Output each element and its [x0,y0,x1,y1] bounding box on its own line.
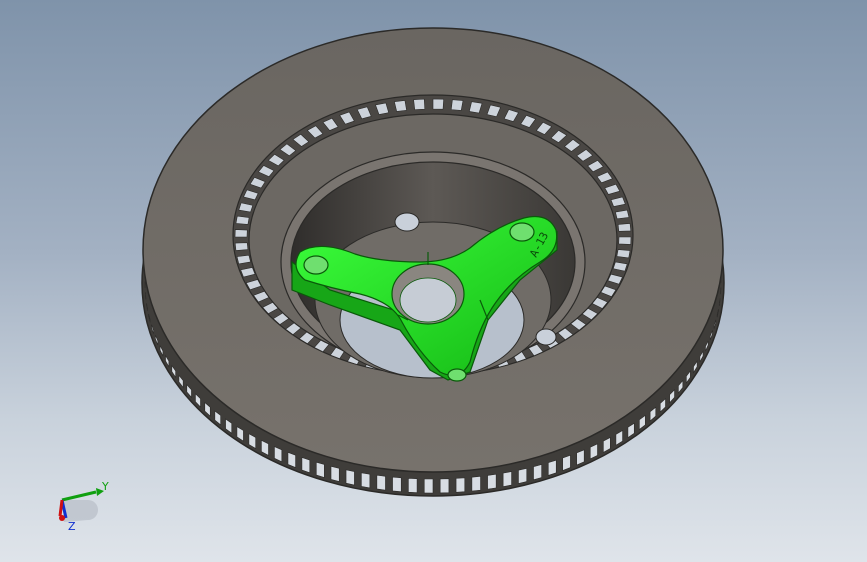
vane-slot [615,209,630,220]
vane-slot [236,254,251,265]
vane-slot [301,457,311,474]
hub-bolt-hole-right [509,222,535,242]
vane-slot [376,474,386,491]
vane-slot [423,478,434,494]
vane-slot [408,477,418,493]
vane-slot [547,459,557,476]
vane-slot [361,472,371,489]
vane-slot [487,473,497,490]
vane-slot [617,223,632,232]
vane-slot [330,465,340,482]
x-axis-arrow [58,499,64,517]
vane-slot [618,236,632,245]
z-axis-label: Z [68,520,76,533]
axis-triad: Y Z [58,480,109,533]
vane-slot [502,471,512,488]
vane-slot [392,476,402,493]
vane-slot [439,478,450,494]
hub-bolt-hole-bottom [447,368,467,382]
vane-slot [315,461,325,478]
vane-slot [394,100,407,112]
vane-slot [455,477,466,493]
vane-slot [518,467,528,484]
vane-slot [345,469,355,486]
y-axis-label: Y [101,480,109,493]
brake-disc-model[interactable]: A-13 [0,0,867,562]
lug-hole-top [394,212,420,232]
vane-slot [450,99,464,111]
vane-slot [471,475,481,492]
vane-slot [562,454,571,471]
vane-slot [235,215,250,225]
y-axis-arrow [61,490,97,502]
vane-slot [432,98,445,110]
hub-bolt-hole-left [303,255,329,275]
graphics-viewport[interactable]: A-13 Y Z [0,0,867,562]
vane-slot [234,242,249,251]
vane-slot [234,229,248,238]
vane-slot [413,98,426,110]
vane-slot [533,464,542,481]
lug-hole-right [535,328,557,346]
vane-slot [616,249,631,259]
